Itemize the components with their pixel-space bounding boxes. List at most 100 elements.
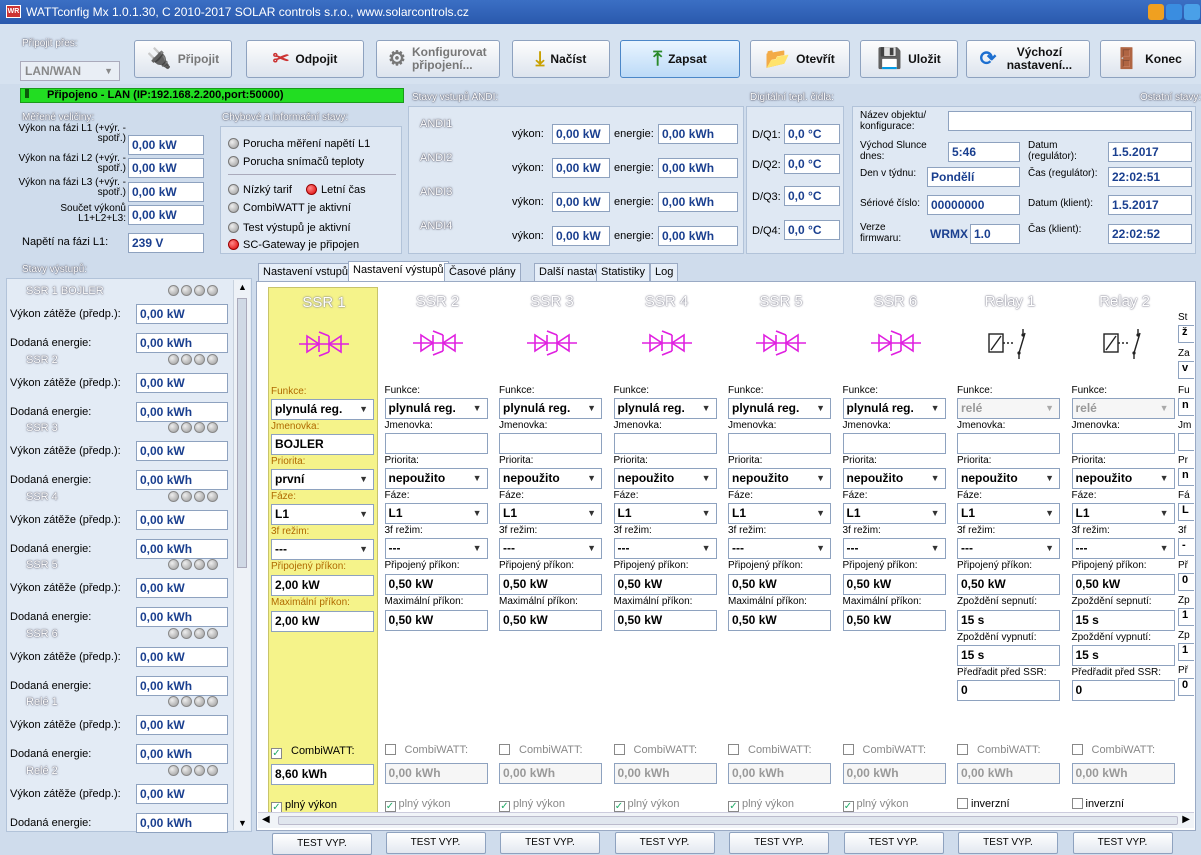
connected-power-input[interactable]: 2,00 kW: [271, 575, 374, 596]
priority-select[interactable]: nepoužito: [957, 468, 1060, 489]
phase-select[interactable]: L1: [1071, 503, 1175, 524]
horizontal-scrollbar[interactable]: ◀ ▶: [258, 812, 1194, 828]
test-button[interactable]: TEST VYP.: [843, 832, 944, 854]
write-button[interactable]: ⤒ Zapsat: [620, 40, 740, 78]
on-delay-input[interactable]: 15 s: [957, 610, 1060, 631]
name-input[interactable]: [613, 433, 717, 454]
on-delay-input[interactable]: 15 s: [1071, 610, 1175, 631]
function-select[interactable]: plynulá reg.: [728, 398, 831, 419]
name-input[interactable]: [957, 433, 1060, 454]
function-select[interactable]: plynulá reg.: [384, 398, 488, 419]
partial-value[interactable]: L: [1178, 503, 1194, 521]
phase-select[interactable]: L1: [499, 503, 602, 524]
test-button[interactable]: TEST VYP.: [272, 833, 372, 855]
priority-select[interactable]: nepoužito: [728, 468, 831, 489]
combiwatt-value[interactable]: 8,60 kWh: [271, 764, 374, 785]
checkbox-icon[interactable]: [613, 744, 625, 755]
exit-button[interactable]: 🚪 Konec: [1100, 40, 1196, 78]
mode3f-select[interactable]: ---: [728, 538, 831, 559]
combiwatt-value[interactable]: 0,00 kWh: [384, 763, 488, 784]
defaults-button[interactable]: ⟳ Výchozí nastavení...: [966, 40, 1090, 78]
connected-power-input[interactable]: 0,50 kW: [499, 574, 602, 595]
full-power-checkbox[interactable]: ✓ plný výkon: [499, 798, 565, 812]
tab-1[interactable]: Nastavení výstupů: [348, 261, 449, 282]
full-power-checkbox[interactable]: ✓ plný výkon: [384, 798, 450, 812]
full-power-checkbox[interactable]: ✓ plný výkon: [728, 798, 794, 812]
max-power-input[interactable]: 0,50 kW: [728, 610, 831, 631]
maximize-icon[interactable]: [1166, 4, 1182, 20]
combiwatt-checkbox[interactable]: CombiWATT:: [728, 744, 812, 756]
connected-power-input[interactable]: 0,50 kW: [384, 574, 488, 595]
scroll-thumb[interactable]: [237, 298, 247, 568]
tab-4[interactable]: Statistiky: [596, 263, 651, 281]
combiwatt-value[interactable]: 0,00 kWh: [842, 763, 946, 784]
off-delay-input[interactable]: 15 s: [957, 645, 1060, 666]
partial-value[interactable]: n: [1178, 398, 1194, 416]
priority-select[interactable]: nepoužito: [1071, 468, 1175, 489]
full-power-checkbox[interactable]: ✓ plný výkon: [842, 798, 908, 812]
connect-via-select[interactable]: LAN/WAN ▼: [20, 61, 120, 81]
test-button[interactable]: TEST VYP.: [385, 832, 486, 854]
phase-select[interactable]: L1: [957, 503, 1060, 524]
function-select[interactable]: relé: [957, 398, 1060, 419]
tab-5[interactable]: Log: [650, 263, 679, 281]
inverse-checkbox[interactable]: inverzní: [1071, 798, 1124, 810]
checkbox-icon[interactable]: [842, 744, 854, 755]
scroll-up-icon[interactable]: ▲: [238, 282, 247, 292]
close-icon[interactable]: [1184, 4, 1200, 20]
function-select[interactable]: plynulá reg.: [271, 399, 374, 420]
checkbox-checked-icon[interactable]: ✓: [613, 801, 625, 812]
test-button[interactable]: TEST VYP.: [1072, 832, 1173, 854]
combiwatt-checkbox[interactable]: CombiWATT:: [384, 744, 468, 756]
name-input[interactable]: [842, 433, 946, 454]
scroll-right-icon[interactable]: ▶: [1182, 814, 1190, 825]
max-power-input[interactable]: 0,50 kW: [499, 610, 602, 631]
combiwatt-value[interactable]: 0,00 kWh: [499, 763, 602, 784]
checkbox-icon[interactable]: [1071, 798, 1083, 809]
test-button[interactable]: TEST VYP.: [958, 832, 1058, 854]
mode3f-select[interactable]: ---: [384, 538, 488, 559]
combiwatt-checkbox[interactable]: CombiWATT:: [842, 744, 926, 756]
partial-value[interactable]: 1: [1178, 608, 1194, 626]
partial-value[interactable]: v: [1178, 361, 1194, 379]
full-power-checkbox[interactable]: ✓ plný výkon: [271, 799, 337, 813]
priority-select[interactable]: nepoužito: [613, 468, 717, 489]
phase-select[interactable]: L1: [384, 503, 488, 524]
object-field[interactable]: [948, 111, 1192, 131]
connected-power-input[interactable]: 0,50 kW: [613, 574, 717, 595]
connected-power-input[interactable]: 0,50 kW: [728, 574, 831, 595]
priority-select[interactable]: nepoužito: [384, 468, 488, 489]
preset-input[interactable]: 0: [1071, 680, 1175, 701]
connected-power-input[interactable]: 0,50 kW: [957, 574, 1060, 595]
connected-power-input[interactable]: 0,50 kW: [1071, 574, 1175, 595]
priority-select[interactable]: první: [271, 469, 374, 490]
max-power-input[interactable]: 2,00 kW: [271, 611, 374, 632]
name-input[interactable]: BOJLER: [271, 434, 374, 455]
max-power-input[interactable]: 0,50 kW: [842, 610, 946, 631]
checkbox-icon[interactable]: [1071, 744, 1083, 755]
function-select[interactable]: plynulá reg.: [499, 398, 602, 419]
load-button[interactable]: ⤓ Načíst: [512, 40, 610, 78]
checkbox-checked-icon[interactable]: ✓: [728, 801, 739, 812]
checkbox-icon[interactable]: [957, 744, 968, 755]
partial-value[interactable]: 1: [1178, 643, 1194, 661]
combiwatt-checkbox[interactable]: ✓ CombiWATT:: [271, 745, 355, 759]
partial-value[interactable]: 0: [1178, 573, 1194, 591]
checkbox-checked-icon[interactable]: ✓: [271, 748, 282, 759]
combiwatt-value[interactable]: 0,00 kWh: [613, 763, 717, 784]
combiwatt-value[interactable]: 0,00 kWh: [1071, 763, 1175, 784]
priority-select[interactable]: nepoužito: [499, 468, 602, 489]
combiwatt-value[interactable]: 0,00 kWh: [957, 763, 1060, 784]
max-power-input[interactable]: 0,50 kW: [384, 610, 488, 631]
mode3f-select[interactable]: ---: [271, 539, 374, 560]
max-power-input[interactable]: 0,50 kW: [613, 610, 717, 631]
mode3f-select[interactable]: ---: [613, 538, 717, 559]
scroll-down-icon[interactable]: ▼: [238, 818, 247, 828]
partial-value[interactable]: [1178, 433, 1194, 451]
partial-value[interactable]: -: [1178, 538, 1194, 556]
phase-select[interactable]: L1: [271, 504, 374, 525]
partial-value[interactable]: ž: [1178, 325, 1194, 343]
mode3f-select[interactable]: ---: [1071, 538, 1175, 559]
open-button[interactable]: 📂 Otevřít: [750, 40, 850, 78]
mode3f-select[interactable]: ---: [957, 538, 1060, 559]
